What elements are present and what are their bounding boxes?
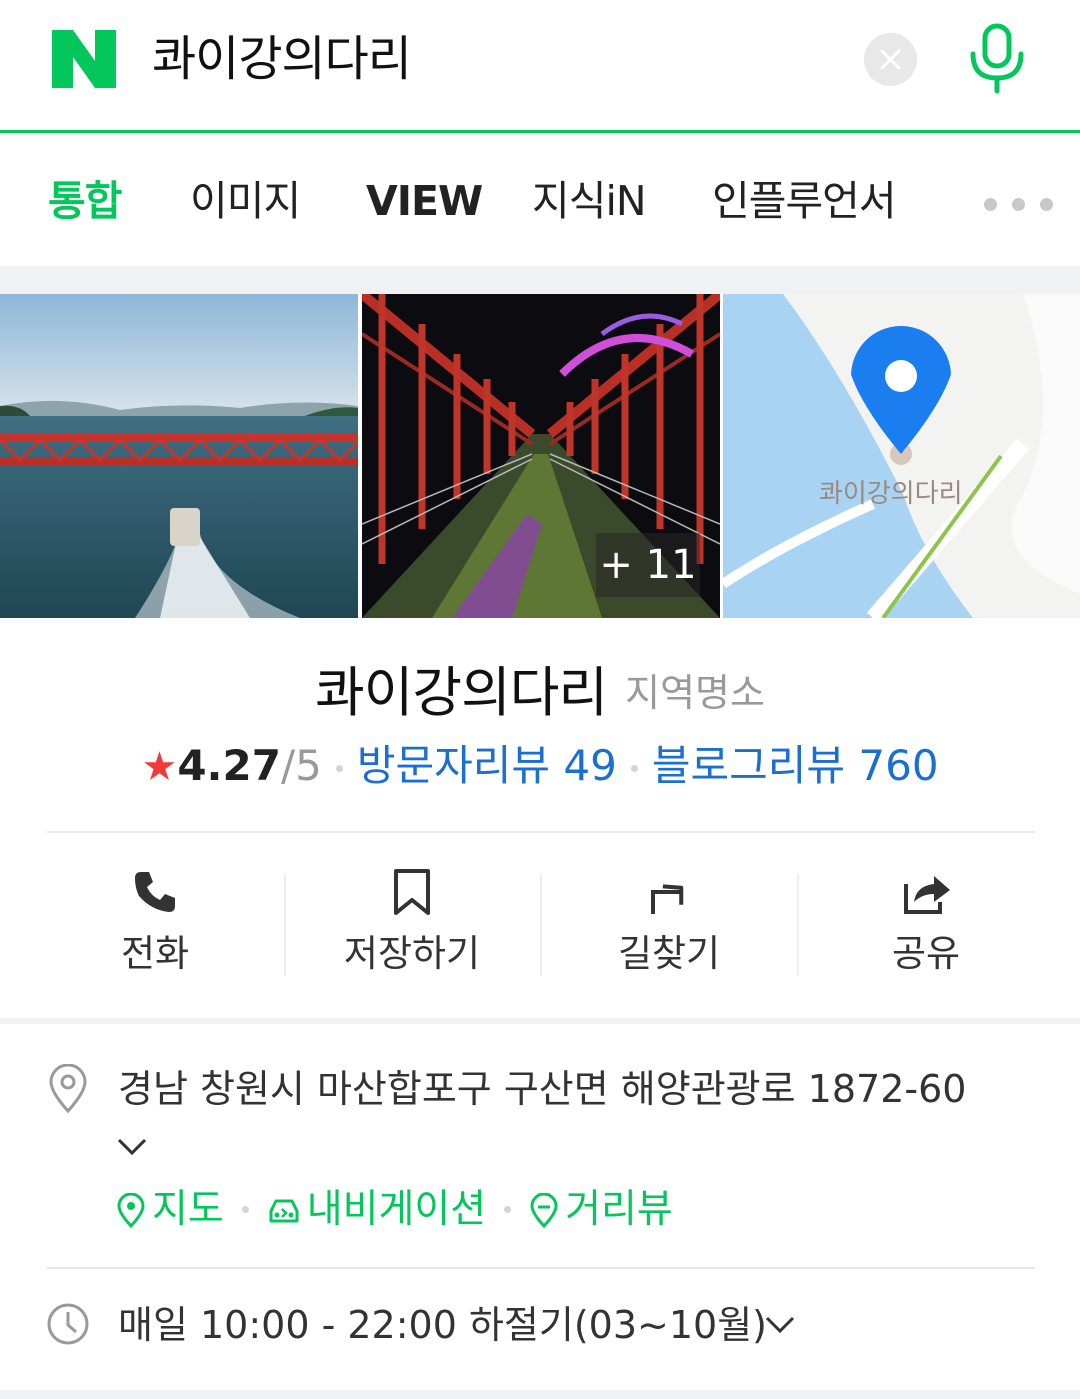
close-icon (880, 49, 901, 70)
directions-icon (651, 884, 684, 914)
section-gap (0, 1018, 1080, 1024)
car-icon (269, 1199, 299, 1223)
microphone-icon[interactable] (966, 22, 1028, 94)
chevron-down-icon[interactable] (764, 1314, 796, 1336)
street-view-icon (530, 1192, 558, 1229)
clear-search-button[interactable] (864, 33, 917, 86)
tab-knowledge-in[interactable]: 지식iN (532, 176, 647, 226)
location-links: 지도 내비게이션 거리뷰 (116, 1182, 673, 1234)
tab-view[interactable]: VIEW (366, 176, 483, 226)
chevron-down-icon[interactable] (116, 1136, 148, 1158)
action-separator (540, 874, 542, 976)
place-header: 콰이강의다리 지역명소 (0, 660, 1080, 726)
share-button[interactable]: 공유 (801, 868, 1051, 980)
place-name: 콰이강의다리 (315, 661, 608, 724)
search-tabs: 통합 이미지 VIEW 지식iN 인플루언서 (0, 136, 1080, 266)
save-label: 저장하기 (343, 932, 481, 975)
divider (47, 831, 1035, 833)
street-view-link[interactable]: 거리뷰 (529, 1184, 673, 1236)
call-label: 전화 (120, 932, 190, 975)
rating-score: 4.27 (177, 741, 281, 790)
place-category: 지역명소 (625, 671, 765, 715)
search-query[interactable]: 콰이강의다리 (152, 28, 412, 90)
place-address[interactable]: 경남 창원시 마산합포구 구산면 해양관광로 1872-60 (118, 1064, 966, 1114)
divider (47, 1267, 1035, 1269)
separator-dot (630, 765, 638, 772)
navigation-link-label: 내비게이션 (306, 1186, 487, 1232)
navigation-link[interactable]: 내비게이션 (267, 1184, 486, 1236)
share-label: 공유 (891, 932, 961, 975)
section-gap (0, 266, 1080, 294)
map-pin-icon (117, 1192, 145, 1229)
map-link-label: 지도 (152, 1186, 224, 1232)
tab-images[interactable]: 이미지 (190, 176, 301, 226)
rating-row: ★4.27/5 방문자리뷰 49 블로그리뷰 760 (0, 738, 1080, 795)
phone-icon (135, 872, 175, 912)
action-separator (284, 874, 286, 976)
search-bar: 콰이강의다리 (0, 0, 1080, 133)
street-view-link-label: 거리뷰 (565, 1186, 673, 1232)
location-pin-icon (49, 1064, 87, 1114)
directions-button[interactable]: 길찾기 (544, 868, 794, 980)
map-link[interactable]: 지도 (116, 1184, 224, 1236)
tab-integrated[interactable]: 통합 (48, 176, 122, 226)
section-gap (0, 1390, 1080, 1399)
place-photo-day[interactable] (0, 294, 358, 618)
clock-icon (47, 1303, 89, 1345)
call-button[interactable]: 전화 (30, 868, 280, 980)
map-place-label: 콰이강의다리 (819, 479, 963, 509)
naver-logo[interactable] (52, 30, 116, 88)
action-separator (797, 874, 799, 976)
visitor-review-link[interactable]: 방문자리뷰 49 (357, 741, 617, 790)
more-tabs-icon[interactable] (984, 198, 1054, 212)
bookmark-icon (394, 869, 430, 915)
tab-influencer[interactable]: 인플루언서 (712, 176, 897, 226)
save-button[interactable]: 저장하기 (287, 868, 537, 980)
star-icon: ★ (141, 744, 178, 790)
more-photos-badge[interactable]: + 11 (596, 533, 700, 597)
rating-max: /5 (280, 741, 322, 790)
separator-dot (335, 765, 343, 772)
blog-review-link[interactable]: 블로그리뷰 760 (652, 741, 939, 790)
separator-dot (504, 1206, 512, 1213)
directions-label: 길찾기 (617, 932, 721, 975)
separator-dot (241, 1206, 249, 1213)
share-icon (904, 876, 950, 914)
place-map-thumbnail[interactable]: 콰이강의다리 (723, 294, 1080, 618)
business-hours[interactable]: 매일 10:00 - 22:00 하절기(03~10월) (118, 1300, 767, 1350)
